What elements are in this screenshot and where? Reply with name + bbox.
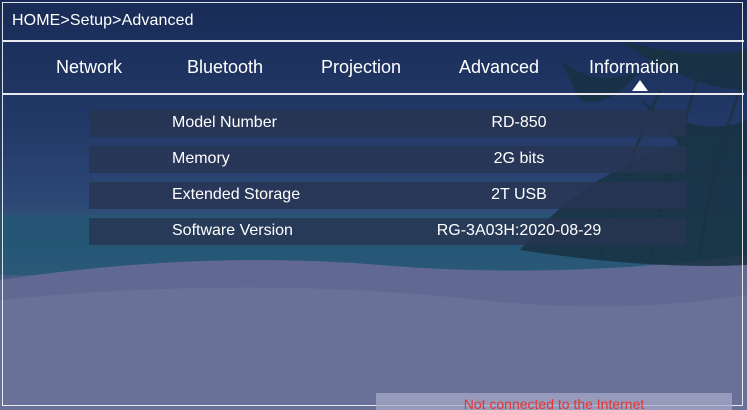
info-label: Memory xyxy=(172,150,230,167)
tab-projection[interactable]: Projection xyxy=(321,57,401,78)
info-value: RG-3A03H:2020-08-29 xyxy=(436,222,602,239)
tab-information[interactable]: Information xyxy=(589,57,679,78)
selected-tab-indicator-icon xyxy=(632,80,648,91)
info-label: Model Number xyxy=(172,114,277,131)
tab-network[interactable]: Network xyxy=(56,57,122,78)
info-label: Software Version xyxy=(172,222,293,239)
info-value: RD-850 xyxy=(491,114,547,131)
info-row-model-number: Model Number RD-850 xyxy=(89,110,686,137)
tab-bluetooth[interactable]: Bluetooth xyxy=(187,57,263,78)
connection-status-text: Not connected to the Internet xyxy=(463,396,645,410)
info-value: 2G bits xyxy=(493,150,545,167)
info-row-extended-storage: Extended Storage 2T USB xyxy=(89,182,686,209)
tab-bar-divider xyxy=(3,93,744,95)
connection-status-bar: Not connected to the Internet xyxy=(376,393,732,410)
tab-advanced[interactable]: Advanced xyxy=(459,57,539,78)
info-row-memory: Memory 2G bits xyxy=(89,146,686,173)
breadcrumb: HOME>Setup>Advanced xyxy=(12,12,194,29)
info-label: Extended Storage xyxy=(172,186,301,203)
info-row-software-version: Software Version RG-3A03H:2020-08-29 xyxy=(89,218,686,245)
info-value: 2T USB xyxy=(491,186,547,203)
